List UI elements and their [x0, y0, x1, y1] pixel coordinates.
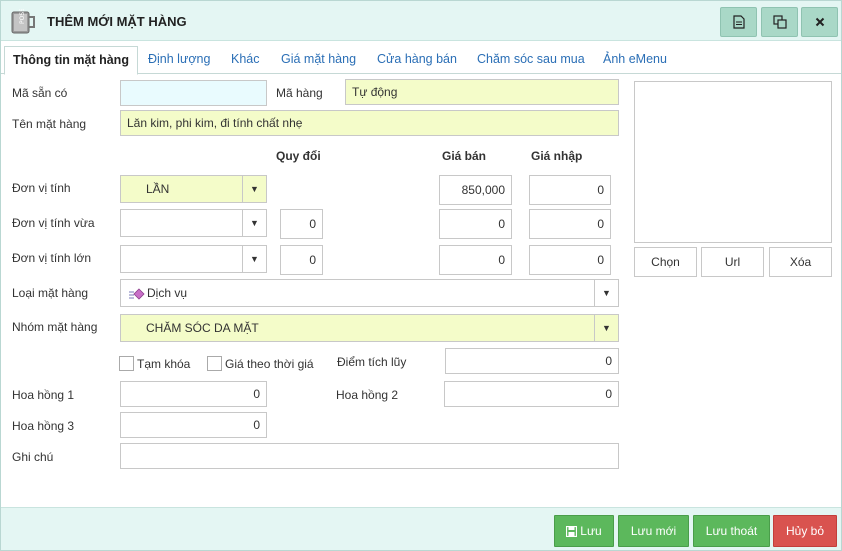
hoa-hong-2-label: Hoa hồng 2 [336, 388, 399, 402]
nhom-mat-hang-label: Nhóm mặt hàng [12, 320, 98, 334]
don-vi-tinh-value: LẦN [146, 182, 170, 196]
xoa-button[interactable]: Xóa [769, 247, 832, 277]
document-button[interactable] [720, 7, 757, 37]
don-vi-tinh-select[interactable]: LẦN ▼ [120, 175, 267, 203]
ten-mat-hang-label: Tên mặt hàng [12, 117, 87, 131]
diem-tich-luy-input[interactable]: 0 [445, 348, 619, 374]
don-vi-tinh-vua-quy-doi-input[interactable]: 0 [280, 209, 323, 239]
title-bar: POSS THÊM MỚI MẶT HÀNG [1, 1, 841, 41]
save-icon [566, 525, 578, 537]
don-vi-tinh-vua-gia-ban-input[interactable]: 0 [439, 209, 512, 239]
gia-theo-thoi-gia-label: Giá theo thời giá [225, 357, 314, 371]
gia-nhap-header: Giá nhập [531, 149, 583, 163]
ma-san-co-label: Mã sẵn có [12, 86, 68, 100]
gia-ban-header: Giá bán [442, 149, 487, 163]
dropdown-arrow-icon[interactable]: ▼ [242, 176, 266, 202]
copy-icon [772, 15, 787, 29]
don-vi-tinh-lon-gia-nhap-input[interactable]: 0 [529, 245, 611, 275]
tab-anh-emenu[interactable]: Ảnh eMenu [595, 47, 675, 74]
dialog-window: POSS THÊM MỚI MẶT HÀNG Thông tin mặt hàn… [0, 0, 842, 551]
don-vi-tinh-lon-label: Đơn vị tính lớn [12, 251, 92, 265]
cancel-button[interactable]: Hủy bỏ [773, 515, 837, 547]
tab-cham-soc-sau-mua[interactable]: Chăm sóc sau mua [469, 47, 593, 74]
don-vi-tinh-lon-quy-doi-input[interactable]: 0 [280, 245, 323, 275]
save-label: Lưu [580, 524, 602, 538]
don-vi-tinh-gia-nhap-input[interactable]: 0 [529, 175, 611, 205]
nhom-mat-hang-value: CHĂM SÓC DA MẶT [146, 321, 259, 335]
don-vi-tinh-vua-select[interactable]: ▼ [120, 209, 267, 237]
tab-dinh-luong[interactable]: Định lượng [140, 47, 218, 74]
tab-thong-tin-mat-hang[interactable]: Thông tin mặt hàng [4, 46, 138, 75]
gia-theo-thoi-gia-checkbox[interactable] [207, 356, 222, 371]
loai-mat-hang-select[interactable]: Dịch vụ ▼ [120, 279, 619, 307]
tam-khoa-checkbox[interactable] [119, 356, 134, 371]
service-type-icon [129, 288, 145, 300]
hoa-hong-1-label: Hoa hồng 1 [12, 388, 75, 402]
url-button[interactable]: Url [701, 247, 764, 277]
diem-tich-luy-label: Điểm tích lũy [337, 355, 407, 369]
copy-button[interactable] [761, 7, 798, 37]
tab-khac[interactable]: Khác [223, 47, 268, 74]
dialog-title: THÊM MỚI MẶT HÀNG [47, 14, 187, 29]
ma-san-co-input[interactable] [120, 80, 267, 106]
dropdown-arrow-icon[interactable]: ▼ [242, 246, 266, 272]
loai-mat-hang-label: Loại mặt hàng [12, 286, 89, 300]
hoa-hong-3-input[interactable]: 0 [120, 412, 267, 438]
save-exit-button[interactable]: Lưu thoát [693, 515, 770, 547]
hoa-hong-3-label: Hoa hồng 3 [12, 419, 75, 433]
image-preview [634, 81, 832, 243]
app-icon: POSS [11, 9, 35, 34]
tab-bar: Thông tin mặt hàng Định lượng Khác Giá m… [1, 43, 841, 75]
close-button[interactable] [801, 7, 838, 37]
don-vi-tinh-vua-gia-nhap-input[interactable]: 0 [529, 209, 611, 239]
don-vi-tinh-lon-select[interactable]: ▼ [120, 245, 267, 273]
nhom-mat-hang-select[interactable]: CHĂM SÓC DA MẶT ▼ [120, 314, 619, 342]
tab-cua-hang-ban[interactable]: Cửa hàng bán [369, 47, 465, 74]
quy-doi-header: Quy đổi [276, 149, 321, 163]
hoa-hong-2-input[interactable]: 0 [444, 381, 619, 407]
document-icon [732, 15, 745, 29]
dropdown-arrow-icon[interactable]: ▼ [594, 315, 618, 341]
ma-hang-input[interactable]: Tự động [345, 79, 619, 105]
save-button[interactable]: Lưu [554, 515, 614, 547]
ghi-chu-input[interactable] [120, 443, 619, 469]
tab-gia-mat-hang[interactable]: Giá mặt hàng [273, 47, 364, 74]
hoa-hong-1-input[interactable]: 0 [120, 381, 267, 407]
don-vi-tinh-gia-ban-input[interactable]: 850,000 [439, 175, 512, 205]
don-vi-tinh-lon-gia-ban-input[interactable]: 0 [439, 245, 512, 275]
dropdown-arrow-icon[interactable]: ▼ [242, 210, 266, 236]
save-new-button[interactable]: Lưu mới [618, 515, 689, 547]
don-vi-tinh-label: Đơn vị tính [12, 181, 71, 195]
ten-mat-hang-input[interactable]: Lăn kim, phi kim, đi tính chất nhẹ [120, 110, 619, 136]
chon-button[interactable]: Chọn [634, 247, 697, 277]
dropdown-arrow-icon[interactable]: ▼ [594, 280, 618, 306]
ma-hang-label: Mã hàng [276, 86, 323, 100]
tam-khoa-label: Tạm khóa [137, 357, 191, 371]
don-vi-tinh-vua-label: Đơn vị tính vừa [12, 216, 95, 230]
loai-mat-hang-value: Dịch vụ [147, 286, 188, 300]
ghi-chu-label: Ghi chú [12, 450, 54, 464]
svg-text:POSS: POSS [19, 9, 26, 24]
close-icon [815, 17, 824, 27]
